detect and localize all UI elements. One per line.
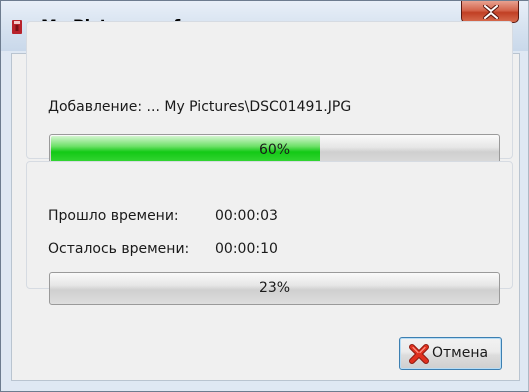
cancel-button[interactable]: Отмена — [399, 337, 502, 370]
adding-file-label: Добавление: ... My Pictures\DSC01491.JPG — [48, 99, 352, 115]
file-progress-text: 60% — [258, 142, 291, 158]
time-group — [26, 161, 513, 289]
cancel-x-icon — [409, 344, 429, 364]
elapsed-value: 00:00:03 — [215, 208, 278, 224]
close-icon — [483, 5, 499, 19]
elapsed-label: Прошло времени: — [48, 208, 179, 224]
dialog-window: My Pictures.acf Добавление: ... My Pictu… — [0, 0, 529, 392]
archive-icon — [12, 19, 22, 34]
cancel-button-label: Отмена — [432, 345, 489, 361]
close-button[interactable] — [461, 1, 519, 23]
overall-progress-bar: 23% — [49, 272, 500, 305]
overall-progress-text: 23% — [258, 280, 291, 296]
remaining-value: 00:00:10 — [215, 241, 278, 257]
remaining-label: Осталось времени: — [48, 241, 190, 257]
